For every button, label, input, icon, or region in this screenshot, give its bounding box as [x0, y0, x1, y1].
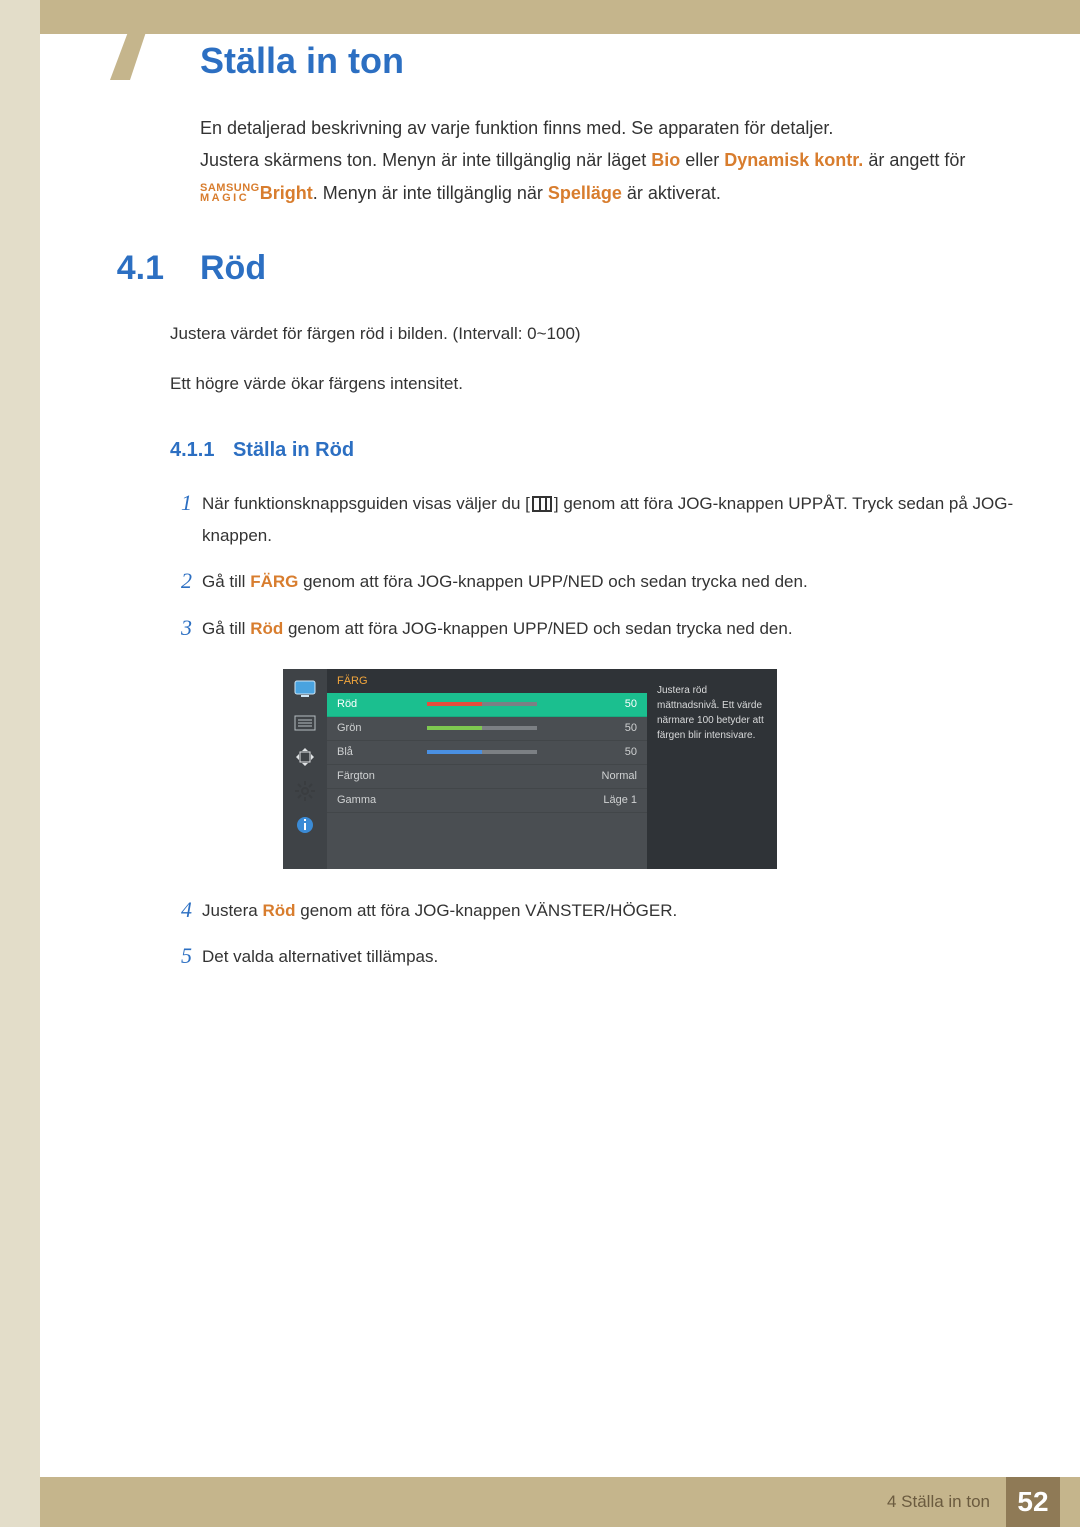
- section-body-p1: Justera värdet för färgen röd i bilden. …: [170, 318, 1020, 350]
- step-number: 2: [170, 564, 202, 598]
- osd-slider-fill-red: [427, 702, 482, 706]
- osd-label: Färgton: [337, 770, 427, 782]
- osd-label: Blå: [337, 746, 427, 758]
- section-heading: 4.1 Röd: [40, 249, 1020, 288]
- gear-icon: [293, 781, 317, 801]
- osd-value: 50: [587, 746, 637, 758]
- step-number: 1: [170, 486, 202, 553]
- section-number: 4.1: [40, 249, 200, 288]
- osd-value: Läge 1: [587, 794, 637, 806]
- chapter-intro: En detaljerad beskrivning av varje funkt…: [200, 112, 1020, 209]
- step-text: Gå till FÄRG genom att föra JOG-knappen …: [202, 564, 808, 598]
- section-title: Röd: [200, 249, 266, 288]
- osd-slider-fill-blue: [427, 750, 482, 754]
- resize-icon: [293, 747, 317, 767]
- step-3: 3 Gå till Röd genom att föra JOG-knappen…: [170, 611, 1020, 645]
- osd-row-gamma: Gamma Läge 1: [327, 789, 647, 813]
- chapter-title: Ställa in ton: [200, 40, 1020, 82]
- osd-row-green: Grön 50: [327, 717, 647, 741]
- samsung-magic-brand: SAMSUNGMAGIC: [200, 184, 260, 204]
- section-body-p2: Ett högre värde ökar färgens intensitet.: [170, 368, 1020, 400]
- osd-icon-column: [283, 669, 327, 869]
- steps-list-cont: 4 Justera Röd genom att föra JOG-knappen…: [170, 893, 1020, 974]
- osd-row-red: Röd 50: [327, 693, 647, 717]
- mode-bright: Bright: [260, 183, 313, 203]
- step-number: 4: [170, 893, 202, 927]
- osd-slider-fill-green: [427, 726, 482, 730]
- step-number: 5: [170, 939, 202, 973]
- osd-value: 50: [587, 698, 637, 710]
- display-icon: [293, 679, 317, 699]
- steps-list: 1 När funktionsknappsguiden visas väljer…: [170, 486, 1020, 645]
- intro-paragraph-1: En detaljerad beskrivning av varje funkt…: [200, 112, 1020, 144]
- step-text: Justera Röd genom att föra JOG-knappen V…: [202, 893, 677, 927]
- section-body: Justera värdet för färgen röd i bilden. …: [170, 318, 1020, 401]
- osd-row-blue: Blå 50: [327, 741, 647, 765]
- menu-item-rod: Röd: [250, 619, 283, 638]
- osd-slider: [427, 701, 587, 707]
- list-icon: [293, 713, 317, 733]
- page-footer: 4 Ställa in ton 52: [40, 1477, 1080, 1527]
- osd-label: Gamma: [337, 794, 427, 806]
- page-content: Ställa in ton En detaljerad beskrivning …: [40, 0, 1080, 1527]
- intro-paragraph-2: Justera skärmens ton. Menyn är inte till…: [200, 144, 1020, 209]
- mode-bio: Bio: [651, 150, 680, 170]
- menu-item-farg: FÄRG: [250, 572, 298, 591]
- osd-header: FÄRG: [327, 669, 647, 693]
- mode-dynamic-contrast: Dynamisk kontr.: [724, 150, 863, 170]
- osd-panel: FÄRG Röd 50 Grön 50 Blå 50 Färgto: [283, 669, 777, 869]
- step-1: 1 När funktionsknappsguiden visas väljer…: [170, 486, 1020, 553]
- subsection-title: Ställa in Röd: [233, 439, 354, 461]
- footer-chapter-label: 4 Ställa in ton: [887, 1492, 990, 1512]
- left-margin: [0, 0, 40, 1527]
- osd-main: FÄRG Röd 50 Grön 50 Blå 50 Färgto: [327, 669, 647, 869]
- step-5: 5 Det valda alternativet tillämpas.: [170, 939, 1020, 973]
- menu-icon: [532, 496, 552, 512]
- osd-slider: [427, 725, 587, 731]
- step-2: 2 Gå till FÄRG genom att föra JOG-knappe…: [170, 564, 1020, 598]
- step-4: 4 Justera Röd genom att föra JOG-knappen…: [170, 893, 1020, 927]
- subsection-heading: 4.1.1 Ställa in Röd: [170, 439, 1020, 462]
- osd-value: 50: [587, 722, 637, 734]
- step-text: Gå till Röd genom att föra JOG-knappen U…: [202, 611, 793, 645]
- osd-label: Grön: [337, 722, 427, 734]
- step-text: När funktionsknappsguiden visas väljer d…: [202, 486, 1020, 553]
- page-number: 52: [1006, 1477, 1060, 1527]
- step-text: Det valda alternativet tillämpas.: [202, 939, 438, 973]
- osd-label: Röd: [337, 698, 427, 710]
- osd-screenshot: FÄRG Röd 50 Grön 50 Blå 50 Färgto: [283, 669, 777, 869]
- osd-slider: [427, 749, 587, 755]
- menu-item-rod: Röd: [262, 901, 295, 920]
- osd-help-text: Justera röd mättnadsnivå. Ett värde närm…: [647, 669, 777, 869]
- info-icon: [293, 815, 317, 835]
- subsection-number: 4.1.1: [170, 439, 214, 461]
- mode-game: Spelläge: [548, 183, 622, 203]
- osd-value: Normal: [587, 770, 637, 782]
- step-number: 3: [170, 611, 202, 645]
- osd-row-colortone: Färgton Normal: [327, 765, 647, 789]
